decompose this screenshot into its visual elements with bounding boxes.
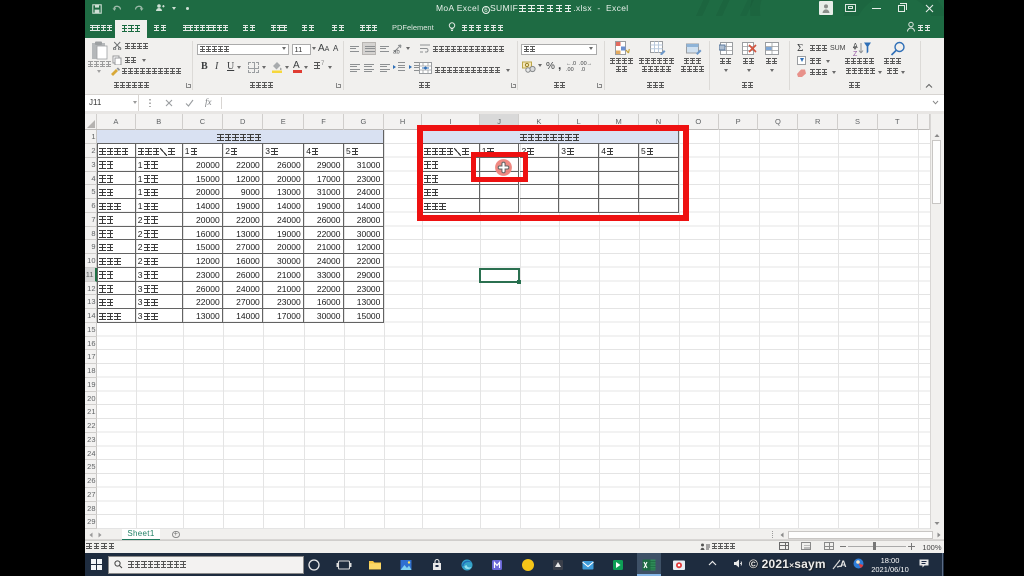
svg-text:ab: ab: [393, 50, 400, 55]
svg-text:A: A: [853, 43, 858, 50]
svg-text:Z: Z: [853, 51, 858, 56]
